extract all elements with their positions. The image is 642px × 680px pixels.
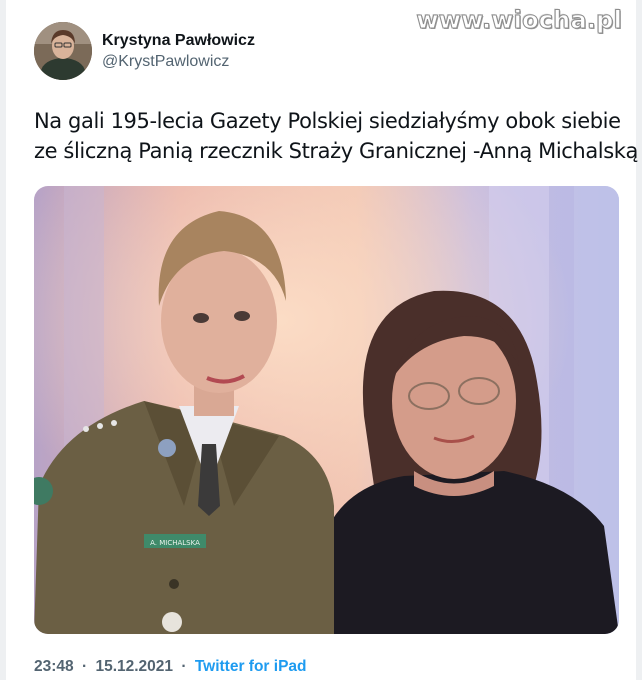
- tweet-time[interactable]: 23:48: [34, 658, 74, 675]
- site-watermark: www.wiocha.pl: [416, 6, 622, 35]
- tweet-meta: 23:48 · 15.12.2021 · Twitter for iPad: [34, 658, 307, 676]
- uniform-nametag: A. MICHALSKA: [150, 539, 200, 547]
- tweet-photo[interactable]: A. MICHALSKA: [34, 186, 619, 634]
- author-display-name[interactable]: Krystyna Pawłowicz: [102, 31, 255, 51]
- meta-separator: ·: [81, 658, 88, 675]
- tweet-header: Krystyna Pawłowicz @KrystPawlowicz: [34, 22, 255, 80]
- tweet-card: www.wiocha.pl Krystyna Pawłowicz @KrystP…: [0, 0, 642, 680]
- meta-separator: ·: [181, 658, 187, 675]
- tweet-text-line: ze śliczną Panią rzecznik Straży Granicz…: [34, 139, 639, 163]
- tweet-source-link[interactable]: Twitter for iPad: [195, 658, 307, 675]
- author-names: Krystyna Pawłowicz @KrystPawlowicz: [102, 31, 255, 72]
- tweet-photo-image: A. MICHALSKA: [34, 186, 619, 634]
- tweet-text: Na gali 195-lecia Gazety Polskiej siedzi…: [34, 106, 639, 166]
- tweet-date[interactable]: 15.12.2021: [95, 658, 173, 675]
- avatar-photo-icon: [34, 22, 92, 80]
- avatar[interactable]: [34, 22, 92, 80]
- tweet-text-line: Na gali 195-lecia Gazety Polskiej siedzi…: [34, 109, 621, 133]
- author-handle[interactable]: @KrystPawlowicz: [102, 52, 255, 72]
